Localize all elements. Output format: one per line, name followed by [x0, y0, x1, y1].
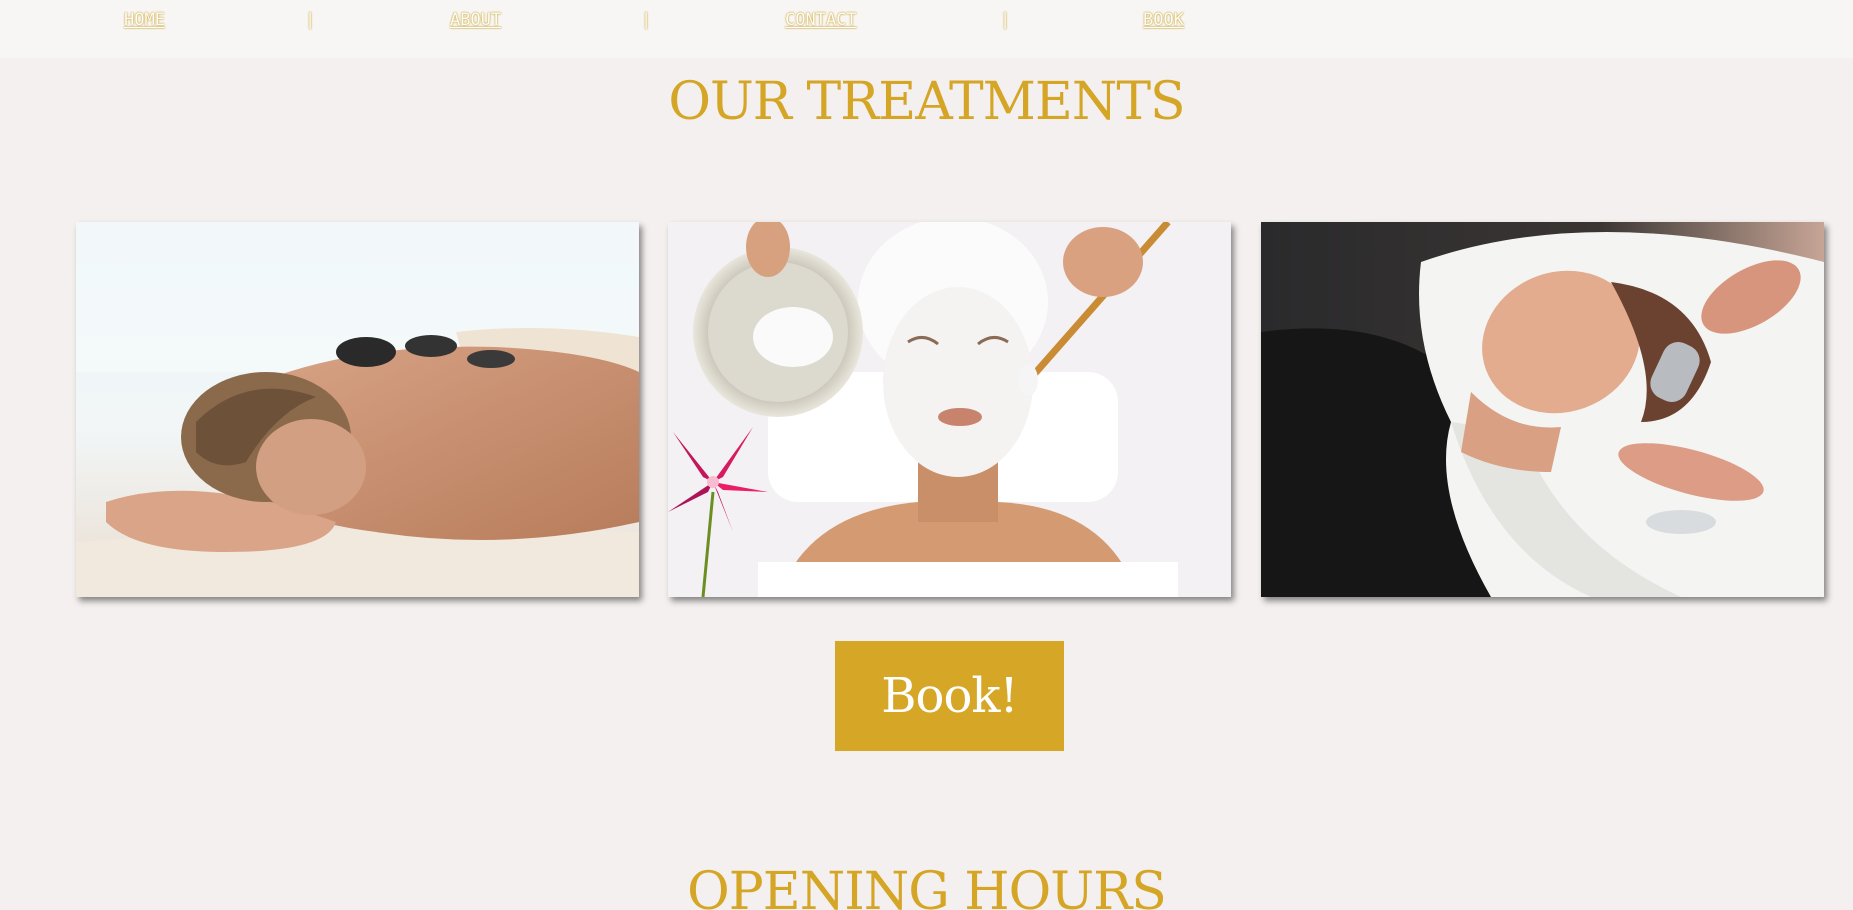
- treatments-heading: OUR TREATMENTS: [668, 72, 1185, 132]
- nav-separator: |: [305, 10, 316, 30]
- nav-link-contact[interactable]: CONTACT: [785, 9, 857, 31]
- top-navigation: HOME | ABOUT | CONTACT | BOOK: [0, 0, 1853, 58]
- nav-link-book[interactable]: BOOK: [1143, 9, 1184, 31]
- book-button[interactable]: Book!: [835, 641, 1064, 751]
- nav-link-home[interactable]: HOME: [124, 9, 165, 31]
- nav-link-about[interactable]: ABOUT: [450, 9, 501, 31]
- facial-treatment-image: [668, 222, 1231, 597]
- opening-hours-heading: OPENING HOURS: [687, 862, 1167, 910]
- hot-stone-massage-image: [76, 222, 639, 597]
- nav-separator: |: [1000, 10, 1011, 30]
- hair-wash-image: [1261, 222, 1824, 597]
- nav-separator: |: [641, 10, 652, 30]
